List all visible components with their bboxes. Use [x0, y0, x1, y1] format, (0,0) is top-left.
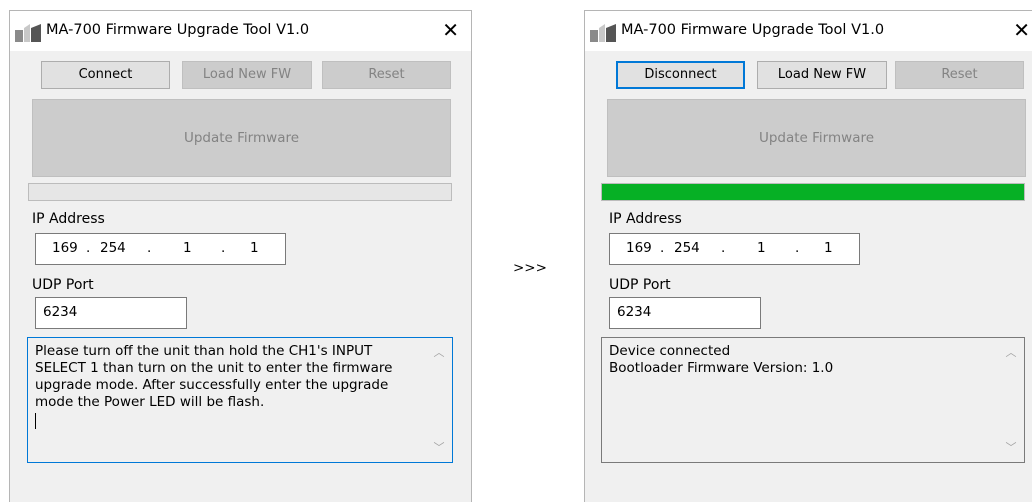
message-line: Bootloader Firmware Version: 1.0 [609, 360, 834, 376]
ip-dot: . [660, 240, 665, 256]
ip-octet-2: 254 [100, 240, 126, 256]
close-icon[interactable]: ✕ [1013, 18, 1030, 42]
message-lines: Please turn off the unit than hold the C… [35, 343, 424, 429]
message-line: Device connected [609, 343, 731, 359]
status-message-box[interactable]: Please turn off the unit than hold the C… [27, 337, 453, 463]
chevron-up-icon[interactable]: ︿ [998, 344, 1024, 361]
title-bar: MA-700 Firmware Upgrade Tool V1.0 ✕ [10, 11, 471, 51]
window-title: MA-700 Firmware Upgrade Tool V1.0 [46, 22, 310, 38]
window-title: MA-700 Firmware Upgrade Tool V1.0 [621, 22, 885, 38]
progress-fill [602, 184, 1024, 200]
message-line: Please turn off the unit than hold the C… [35, 343, 373, 359]
title-bar: MA-700 Firmware Upgrade Tool V1.0 ✕ [585, 11, 1032, 51]
ip-address-field[interactable]: 169 . 254 . 1 . 1 [35, 233, 286, 265]
udp-port-label: UDP Port [609, 277, 671, 293]
ip-address-label: IP Address [609, 211, 682, 227]
update-firmware-button[interactable]: Update Firmware [607, 99, 1026, 177]
progress-bar [28, 183, 452, 201]
ip-octet-1: 169 [626, 240, 652, 256]
text-caret [35, 413, 36, 429]
ip-dot: . [721, 240, 726, 256]
load-new-fw-button[interactable]: Load New FW [182, 61, 312, 89]
udp-port-field[interactable]: 6234 [609, 297, 761, 329]
message-lines: Device connected Bootloader Firmware Vers… [609, 343, 996, 377]
message-line: upgrade mode. After successfully enter t… [35, 377, 389, 393]
udp-port-value: 6234 [617, 304, 652, 320]
chevron-down-icon[interactable]: ﹀ [998, 439, 1024, 456]
udp-port-value: 6234 [43, 304, 78, 320]
ip-dot: . [221, 240, 226, 256]
close-icon[interactable]: ✕ [442, 18, 459, 42]
status-message-box[interactable]: Device connected Bootloader Firmware Vers… [601, 337, 1025, 463]
ip-address-field[interactable]: 169 . 254 . 1 . 1 [609, 233, 860, 265]
ip-octet-3: 1 [183, 240, 192, 256]
transition-arrow: >>> [513, 260, 547, 276]
connect-button[interactable]: Connect [41, 61, 170, 89]
reset-button[interactable]: Reset [322, 61, 451, 89]
upgrade-tool-window-before: MA-700 Firmware Upgrade Tool V1.0 ✕ Conn… [9, 10, 472, 502]
ip-octet-3: 1 [757, 240, 766, 256]
ip-dot: . [795, 240, 800, 256]
reset-button[interactable]: Reset [895, 61, 1024, 89]
message-line: mode the Power LED will be flash. [35, 394, 265, 410]
scrollbar[interactable]: ︿ ﹀ [998, 338, 1024, 462]
upgrade-tool-window-after: MA-700 Firmware Upgrade Tool V1.0 ✕ Disc… [584, 10, 1032, 502]
disconnect-button[interactable]: Disconnect [616, 61, 745, 89]
ip-octet-1: 169 [52, 240, 78, 256]
progress-bar [601, 183, 1025, 201]
app-logo-icon [590, 24, 616, 42]
update-firmware-button[interactable]: Update Firmware [32, 99, 451, 177]
ip-octet-4: 1 [824, 240, 833, 256]
ip-dot: . [86, 240, 91, 256]
message-line: SELECT 1 than turn on the unit to enter … [35, 360, 393, 376]
ip-dot: . [147, 240, 152, 256]
ip-octet-2: 254 [674, 240, 700, 256]
chevron-up-icon[interactable]: ︿ [426, 344, 452, 361]
ip-address-label: IP Address [32, 211, 105, 227]
udp-port-label: UDP Port [32, 277, 94, 293]
ip-octet-4: 1 [250, 240, 259, 256]
udp-port-field[interactable]: 6234 [35, 297, 187, 329]
scrollbar[interactable]: ︿ ﹀ [426, 338, 452, 462]
chevron-down-icon[interactable]: ﹀ [426, 439, 452, 456]
app-logo-icon [15, 24, 41, 42]
load-new-fw-button[interactable]: Load New FW [757, 61, 887, 89]
